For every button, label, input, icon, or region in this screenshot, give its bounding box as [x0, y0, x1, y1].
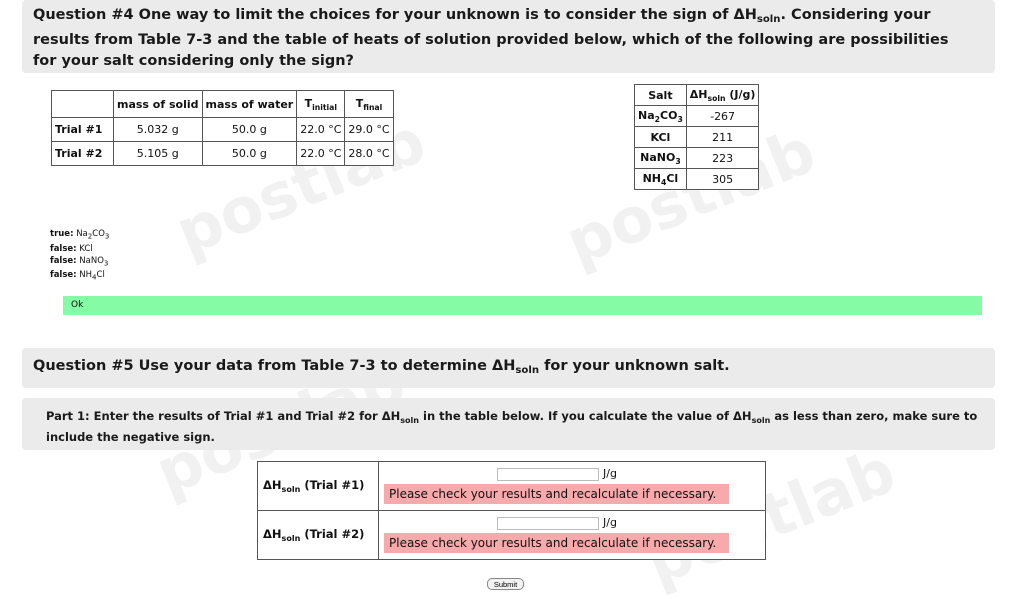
part-1-text: Part 1: Enter the results of Trial #1 an…	[46, 409, 978, 444]
question-4-text: Question #4 One way to limit the choices…	[33, 7, 949, 69]
salt-name: Na2CO3	[634, 105, 687, 127]
table-row: ΔHsoln (Trial #1) J/g Please check your …	[257, 461, 766, 511]
trial-2-dh-input[interactable]	[497, 517, 599, 530]
part-1-box: Part 1: Enter the results of Trial #1 an…	[22, 398, 995, 450]
submit-button[interactable]: Submit	[487, 578, 524, 590]
cell-t-final: 29.0 °C	[344, 117, 394, 142]
salt-name: KCl	[634, 126, 687, 148]
trial-1-dh-input[interactable]	[497, 468, 599, 481]
trial-2-label: ΔHsoln (Trial #2)	[257, 510, 379, 560]
heats-of-solution-table: Salt ΔHsoln (J/g) Na2CO3 -267 KCl 211 Na…	[634, 84, 760, 190]
table-row: ΔHsoln (Trial #2) J/g Please check your …	[257, 510, 766, 560]
table-row: NaNO3 223	[634, 147, 760, 169]
trial-2-cell: J/g Please check your results and recalc…	[378, 510, 766, 560]
header-dh-soln: ΔHsoln (J/g)	[685, 84, 760, 106]
table-row: KCl 211	[634, 126, 760, 148]
list-item: false: KCl	[50, 243, 93, 254]
cell-mass-water: 50.0 g	[201, 117, 298, 142]
cell-t-final: 28.0 °C	[344, 141, 394, 166]
status-ok-label: Ok	[71, 300, 84, 310]
trial-1-cell: J/g Please check your results and recalc…	[378, 461, 766, 511]
cell-mass-solid: 5.105 g	[113, 141, 203, 166]
question-5-text: Question #5 Use your data from Table 7-3…	[33, 358, 730, 376]
cell-t-initial: 22.0 °C	[296, 117, 346, 142]
list-item: true: Na2CO3	[50, 229, 110, 241]
table-row: NH4Cl 305	[634, 168, 760, 190]
salt-name: NH4Cl	[634, 168, 687, 190]
unit-label: J/g	[603, 467, 617, 480]
error-message: Please check your results and recalculat…	[384, 533, 729, 553]
cell-mass-solid: 5.032 g	[113, 117, 203, 142]
header-t-final: Tfinal	[344, 90, 394, 118]
salt-name: NaNO3	[634, 147, 687, 169]
trial-1-label: ΔHsoln (Trial #1)	[257, 461, 379, 511]
row-label: Trial #2	[51, 141, 114, 166]
table-row: Trial #1 5.032 g 50.0 g 22.0 °C 29.0 °C	[51, 117, 394, 142]
question-4-box: Question #4 One way to limit the choices…	[22, 0, 995, 73]
answer-results: true: Na2CO3 false: KCl false: NaNO3 fal…	[50, 228, 109, 284]
header-t-initial: Tinitial	[296, 90, 346, 118]
salt-dh-value: 211	[685, 126, 760, 148]
table-row: Na2CO3 -267	[634, 105, 760, 127]
status-ok-bar: Ok	[63, 296, 982, 315]
header-mass-solid: mass of solid	[113, 90, 203, 118]
row-label: Trial #1	[51, 117, 114, 142]
table-row: Trial #2 5.105 g 50.0 g 22.0 °C 28.0 °C	[51, 141, 394, 166]
unit-label: J/g	[603, 516, 617, 529]
cell-mass-water: 50.0 g	[201, 141, 298, 166]
list-item: false: NaNO3	[50, 255, 109, 268]
list-item: false: NH4Cl	[50, 270, 105, 283]
header-salt: Salt	[634, 84, 687, 106]
cell-t-initial: 22.0 °C	[296, 141, 346, 166]
answer-entry-table: ΔHsoln (Trial #1) J/g Please check your …	[257, 461, 766, 560]
error-message: Please check your results and recalculat…	[384, 484, 729, 504]
question-5-box: Question #5 Use your data from Table 7-3…	[22, 348, 995, 388]
header-mass-water: mass of water	[201, 90, 298, 118]
salt-dh-value: -267	[685, 105, 760, 127]
table-header-blank	[51, 90, 114, 118]
salt-dh-value: 305	[685, 168, 760, 190]
salt-dh-value: 223	[685, 147, 760, 169]
trial-data-table: mass of solid mass of water Tinitial Tfi…	[51, 90, 394, 166]
